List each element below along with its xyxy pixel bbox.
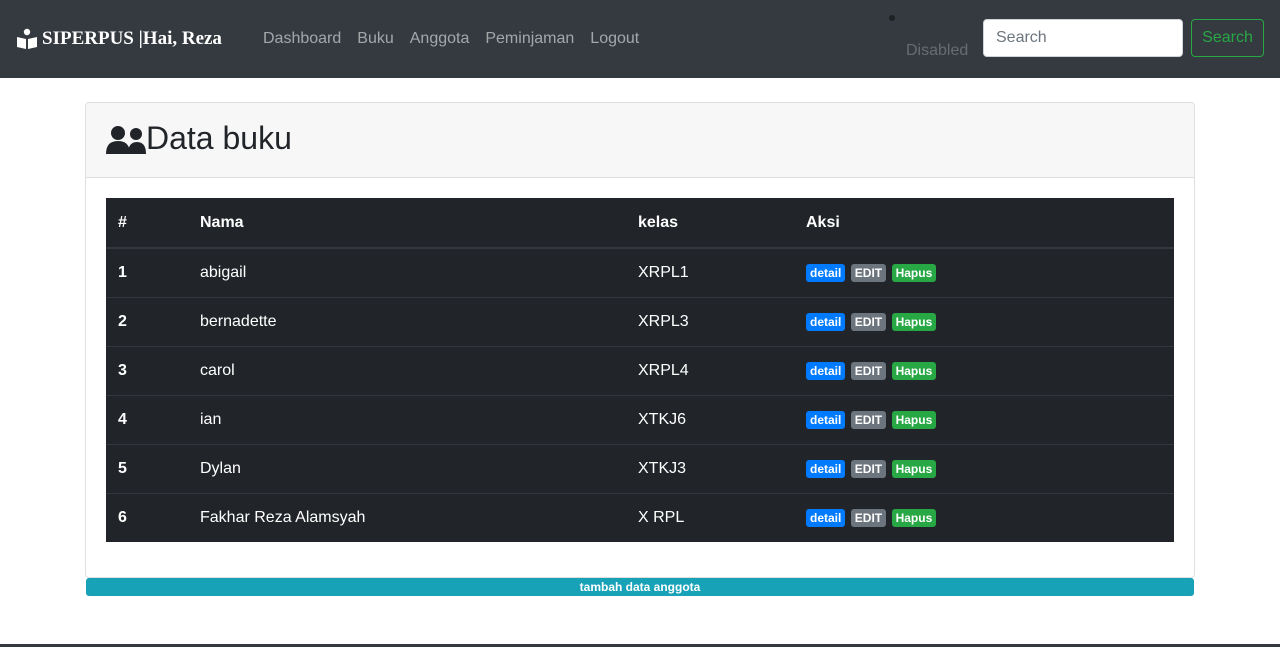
nav-link-peminjaman[interactable]: Peminjaman xyxy=(477,28,582,50)
row-actions: detail EDIT Hapus xyxy=(794,443,1174,493)
page-title: Data buku xyxy=(106,120,292,157)
search-input[interactable] xyxy=(983,19,1183,57)
users-icon xyxy=(106,125,146,154)
detail-button[interactable]: detail xyxy=(806,459,846,478)
row-number: 5 xyxy=(106,443,188,493)
hapus-button[interactable]: Hapus xyxy=(891,312,937,331)
row-nama: Dylan xyxy=(188,443,626,493)
add-member-button[interactable]: tambah data anggota xyxy=(86,578,1194,596)
nav-link-buku[interactable]: Buku xyxy=(349,28,401,50)
table-row: 6 Fakhar Reza Alamsyah X RPL detail EDIT… xyxy=(106,492,1174,542)
hapus-button[interactable]: Hapus xyxy=(891,410,937,429)
detail-button[interactable]: detail xyxy=(806,410,846,429)
nav-link-disabled: Disabled xyxy=(906,42,969,59)
search-button[interactable]: Search xyxy=(1191,19,1264,57)
row-kelas: XRPL4 xyxy=(626,345,794,395)
hapus-button[interactable]: Hapus xyxy=(891,508,937,527)
row-actions: detail EDIT Hapus xyxy=(794,492,1174,542)
row-actions: detail EDIT Hapus xyxy=(794,247,1174,297)
detail-button[interactable]: detail xyxy=(806,263,846,282)
hapus-button[interactable]: Hapus xyxy=(891,459,937,478)
table-container: # Nama kelas Aksi 1 abigail XRPL1 detail… xyxy=(106,198,1174,542)
book-reader-icon xyxy=(17,28,37,49)
row-actions: detail EDIT Hapus xyxy=(794,394,1174,444)
header-nama: Nama xyxy=(188,198,626,249)
detail-button[interactable]: detail xyxy=(806,361,846,380)
hapus-button[interactable]: Hapus xyxy=(891,263,937,282)
detail-button[interactable]: detail xyxy=(806,508,846,527)
table-row: 4 ian XTKJ6 detail EDIT Hapus xyxy=(106,394,1174,444)
header-number: # xyxy=(106,198,188,249)
table-row: 3 carol XRPL4 detail EDIT Hapus xyxy=(106,345,1174,395)
data-card: Data buku # Nama kelas Aksi 1 abigail XR… xyxy=(85,102,1195,578)
edit-button[interactable]: EDIT xyxy=(850,312,887,331)
row-kelas: XRPL3 xyxy=(626,296,794,346)
row-actions: detail EDIT Hapus xyxy=(794,345,1174,395)
row-actions: detail EDIT Hapus xyxy=(794,296,1174,346)
table-row: 2 bernadette XRPL3 detail EDIT Hapus xyxy=(106,296,1174,346)
row-nama: ian xyxy=(188,394,626,444)
edit-button[interactable]: EDIT xyxy=(850,508,887,527)
card-header: Data buku xyxy=(86,103,1194,178)
row-nama: abigail xyxy=(188,247,626,297)
edit-button[interactable]: EDIT xyxy=(850,361,887,380)
nav-link-logout[interactable]: Logout xyxy=(582,28,647,50)
table-row: 1 abigail XRPL1 detail EDIT Hapus xyxy=(106,247,1174,297)
list-bullet xyxy=(889,15,895,21)
members-table: # Nama kelas Aksi 1 abigail XRPL1 detail… xyxy=(106,198,1174,542)
row-nama: carol xyxy=(188,345,626,395)
edit-button[interactable]: EDIT xyxy=(850,263,887,282)
row-kelas: X RPL xyxy=(626,492,794,542)
edit-button[interactable]: EDIT xyxy=(850,410,887,429)
row-number: 4 xyxy=(106,394,188,444)
row-number: 1 xyxy=(106,247,188,297)
nav-links: Dashboard Buku Anggota Peminjaman Logout xyxy=(255,28,647,50)
hapus-button[interactable]: Hapus xyxy=(891,361,937,380)
edit-button[interactable]: EDIT xyxy=(850,459,887,478)
page-title-text: Data buku xyxy=(146,120,292,156)
row-number: 3 xyxy=(106,345,188,395)
nav-link-anggota[interactable]: Anggota xyxy=(402,28,478,50)
navbar: SIPERPUS |Hai, Reza Dashboard Buku Anggo… xyxy=(0,0,1280,78)
row-nama: Fakhar Reza Alamsyah xyxy=(188,492,626,542)
row-number: 2 xyxy=(106,296,188,346)
table-row: 5 Dylan XTKJ3 detail EDIT Hapus xyxy=(106,443,1174,493)
row-number: 6 xyxy=(106,492,188,542)
brand-link[interactable]: SIPERPUS |Hai, Reza xyxy=(16,27,222,51)
table-header-row: # Nama kelas Aksi xyxy=(106,198,1174,249)
row-kelas: XTKJ6 xyxy=(626,394,794,444)
row-kelas: XTKJ3 xyxy=(626,443,794,493)
row-kelas: XRPL1 xyxy=(626,247,794,297)
brand-text: SIPERPUS |Hai, Reza xyxy=(42,28,222,49)
header-kelas: kelas xyxy=(626,198,794,249)
detail-button[interactable]: detail xyxy=(806,312,846,331)
header-aksi: Aksi xyxy=(794,198,1174,249)
row-nama: bernadette xyxy=(188,296,626,346)
nav-link-dashboard[interactable]: Dashboard xyxy=(255,28,349,50)
